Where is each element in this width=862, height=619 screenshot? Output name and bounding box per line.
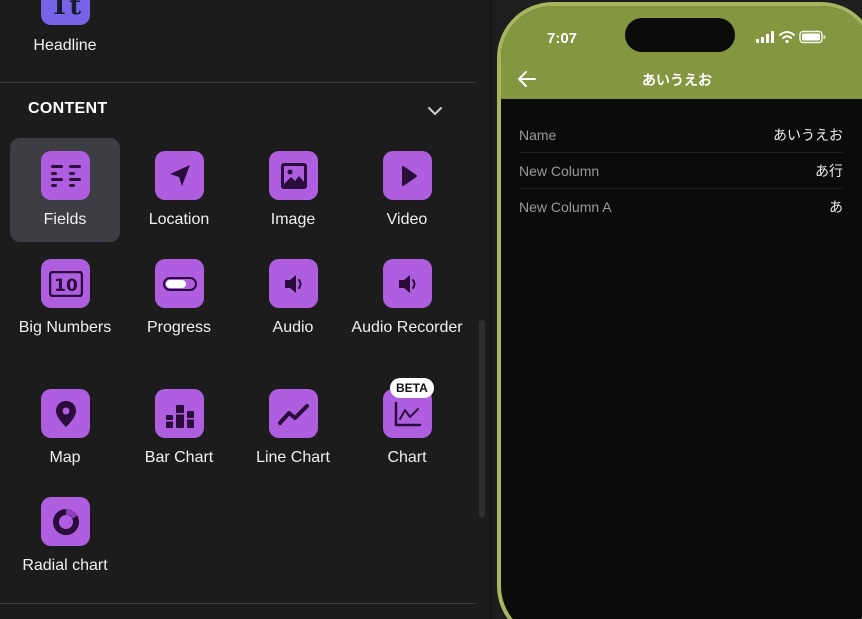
- fields-icon: [41, 151, 90, 200]
- component-label: Headline: [33, 37, 97, 54]
- content-section-header[interactable]: CONTENT: [28, 100, 448, 122]
- svg-text:10: 10: [54, 276, 78, 296]
- component-label: Fields: [43, 211, 87, 228]
- speaker-icon: [383, 259, 432, 308]
- divider: [0, 82, 476, 83]
- component-label: Big Numbers: [18, 319, 112, 336]
- component-label: Image: [270, 211, 316, 228]
- status-icons: [756, 30, 826, 44]
- component-label: Chart: [387, 449, 427, 466]
- component-label: Audio: [272, 319, 314, 336]
- panel-scrollbar[interactable]: [479, 320, 485, 518]
- component-progress[interactable]: Progress: [124, 246, 234, 350]
- location-arrow-icon: [155, 151, 204, 200]
- status-time: 7:07: [547, 30, 578, 47]
- component-label: Bar Chart: [144, 449, 214, 466]
- component-bar-chart[interactable]: Bar Chart: [124, 376, 234, 480]
- line-chart-icon: [269, 389, 318, 438]
- component-label: Audio Recorder: [351, 319, 463, 336]
- field-row[interactable]: New Column あ行: [519, 153, 843, 189]
- big-numbers-icon: 10: [41, 259, 90, 308]
- field-value: あ: [829, 199, 843, 215]
- components-panel: Tt Headline CONTENT Fields Location Imag…: [0, 0, 476, 619]
- field-list: Name あいうえお New Column あ行 New Column A あ: [519, 117, 843, 225]
- map-pin-icon: [41, 389, 90, 438]
- field-label: Name: [519, 126, 557, 143]
- headline-icon: Tt: [41, 0, 90, 25]
- component-audio[interactable]: Audio: [238, 246, 348, 350]
- component-map[interactable]: Map: [10, 376, 120, 480]
- component-video[interactable]: Video: [352, 138, 462, 242]
- component-label: Line Chart: [256, 449, 330, 466]
- field-label: New Column: [519, 162, 600, 179]
- field-value: あいうえお: [773, 126, 843, 143]
- component-audio-recorder[interactable]: Audio Recorder: [351, 246, 463, 350]
- component-label: Radial chart: [22, 557, 108, 574]
- phone-preview: 7:07 あいうえお Name あいうえお New Column あ行 New …: [497, 2, 862, 619]
- component-image[interactable]: Image: [238, 138, 348, 242]
- wifi-icon: [779, 31, 795, 44]
- play-icon: [383, 151, 432, 200]
- field-row[interactable]: New Column A あ: [519, 189, 843, 225]
- component-label: Progress: [146, 319, 212, 336]
- field-value: あ行: [815, 162, 843, 179]
- component-label: Location: [148, 211, 210, 228]
- image-icon: [269, 151, 318, 200]
- component-fields[interactable]: Fields: [10, 138, 120, 242]
- beta-badge: BETA: [390, 378, 434, 398]
- bar-chart-icon: [155, 389, 204, 438]
- radial-chart-icon: [41, 497, 90, 546]
- divider: [0, 603, 476, 604]
- speaker-icon: [269, 259, 318, 308]
- component-radial-chart[interactable]: Radial chart: [10, 484, 120, 588]
- component-big-numbers[interactable]: 10 Big Numbers: [10, 246, 120, 350]
- signal-icon: [756, 31, 774, 43]
- field-label: New Column A: [519, 199, 612, 215]
- progress-icon: [155, 259, 204, 308]
- component-location[interactable]: Location: [124, 138, 234, 242]
- component-headline[interactable]: Tt Headline: [10, 0, 120, 70]
- field-row[interactable]: Name あいうえお: [519, 117, 843, 153]
- component-label: Video: [386, 211, 428, 228]
- dynamic-island: [625, 18, 735, 52]
- battery-icon: [799, 30, 826, 44]
- component-label: Map: [49, 449, 81, 466]
- phone-screen-title: あいうえお: [642, 72, 712, 88]
- component-line-chart[interactable]: Line Chart: [238, 376, 348, 480]
- section-title: CONTENT: [28, 100, 108, 117]
- phone-app-header: 7:07 あいうえお: [501, 6, 862, 99]
- chevron-down-icon[interactable]: [426, 102, 444, 120]
